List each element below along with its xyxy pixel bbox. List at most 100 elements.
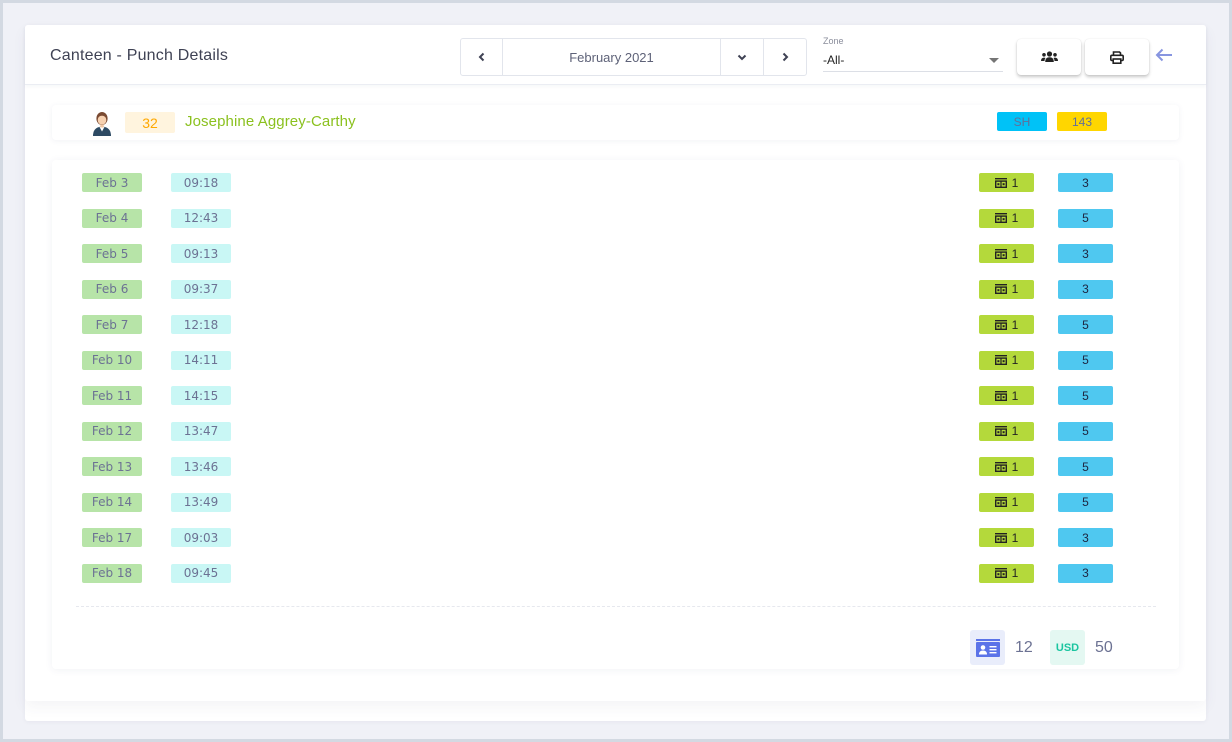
print-button[interactable] (1085, 39, 1149, 75)
quantity-badge: 5 (1058, 386, 1113, 405)
punch-time-badge: 09:13 (171, 244, 231, 263)
next-month-button[interactable] (764, 39, 806, 75)
meal-count-badge: 1 (979, 315, 1034, 334)
punch-row: Feb 7 12:18 1 5 (52, 314, 1179, 350)
meal-card-icon (994, 390, 1007, 401)
punch-date-badge: Feb 11 (82, 386, 142, 405)
quantity-badge: 3 (1058, 563, 1113, 583)
meal-count-value: 1 (1011, 424, 1019, 438)
punch-date-badge: Feb 17 (82, 528, 142, 547)
quantity-badge: 3 (1058, 244, 1113, 263)
quantity-badge: 3 (1058, 528, 1113, 547)
divider (76, 606, 1156, 607)
users-button[interactable] (1017, 39, 1081, 75)
meal-count-value: 1 (1011, 353, 1019, 367)
punch-list: Feb 3 09:18 1 3 Feb 4 12:43 1 5 Feb 5 09… (52, 172, 1179, 598)
meal-count-value: 1 (1011, 282, 1019, 296)
prev-month-button[interactable] (461, 39, 503, 75)
meal-count-badge: 1 (979, 279, 1034, 299)
meal-card-icon (994, 248, 1007, 259)
meal-count-badge: 1 (979, 457, 1034, 476)
punch-date-badge: Feb 7 (82, 315, 142, 334)
punch-row: Feb 4 12:43 1 5 (52, 208, 1179, 244)
punch-date-badge: Feb 18 (82, 563, 142, 583)
punch-row: Feb 5 09:13 1 3 (52, 243, 1179, 279)
month-navigator: February 2021 (460, 38, 807, 76)
month-label[interactable]: February 2021 (503, 39, 721, 75)
id-card-icon-box (970, 630, 1005, 665)
punch-date-badge: Feb 12 (82, 421, 142, 441)
meal-card-icon (994, 461, 1007, 472)
meal-card-icon (994, 497, 1007, 507)
meal-count-badge: 1 (979, 492, 1034, 512)
meal-card-icon (994, 355, 1007, 365)
punch-row: Feb 12 13:47 1 5 (52, 421, 1179, 457)
punch-date-badge: Feb 10 (82, 350, 142, 370)
currency-badge: USD (1050, 630, 1085, 665)
punch-date-badge: Feb 4 (82, 208, 142, 228)
meal-count-value: 1 (1011, 388, 1019, 403)
id-card-icon (975, 638, 1000, 657)
meal-count-badge: 1 (979, 244, 1034, 263)
summary: 12 USD 50 (970, 630, 1119, 665)
meal-count-value: 1 (1011, 211, 1019, 225)
zone-label: Zone (823, 36, 844, 46)
meal-card-icon (994, 319, 1007, 330)
total-count-badge: 143 (1057, 112, 1107, 131)
card-count-value: 12 (1015, 638, 1033, 656)
employee-card: 32 Josephine Aggrey-Carthy SH 143 (52, 105, 1179, 140)
chevron-right-icon (782, 52, 789, 62)
shift-badge: SH (997, 112, 1047, 131)
punch-time-badge: 13:49 (171, 492, 231, 512)
employee-id-badge: 32 (125, 112, 175, 133)
punch-row: Feb 14 13:49 1 5 (52, 492, 1179, 528)
meal-count-badge: 1 (979, 208, 1034, 228)
quantity-badge: 3 (1058, 173, 1113, 192)
employee-name[interactable]: Josephine Aggrey-Carthy (185, 113, 356, 130)
meal-card-icon (994, 284, 1007, 294)
back-button[interactable] (1155, 46, 1173, 66)
punch-row: Feb 17 09:03 1 3 (52, 527, 1179, 563)
quantity-badge: 3 (1058, 279, 1113, 299)
meal-count-value: 1 (1011, 495, 1019, 509)
punch-date-badge: Feb 13 (82, 457, 142, 476)
zone-value: -All- (823, 53, 845, 67)
quantity-badge: 5 (1058, 350, 1113, 370)
punch-time-badge: 09:45 (171, 563, 231, 583)
meal-card-icon (994, 532, 1007, 543)
quantity-badge: 5 (1058, 421, 1113, 441)
zone-select[interactable]: Zone -All- (823, 35, 1003, 72)
meal-count-badge: 1 (979, 350, 1034, 370)
meal-count-value: 1 (1011, 459, 1019, 474)
caret-down-icon (989, 58, 999, 63)
meal-count-value: 1 (1011, 246, 1019, 261)
punch-row: Feb 11 14:15 1 5 (52, 385, 1179, 421)
punch-row: Feb 3 09:18 1 3 (52, 172, 1179, 208)
punch-details-card: Feb 3 09:18 1 3 Feb 4 12:43 1 5 Feb 5 09… (52, 160, 1179, 669)
meal-count-badge: 1 (979, 528, 1034, 547)
meal-count-badge: 1 (979, 421, 1034, 441)
punch-date-badge: Feb 5 (82, 244, 142, 263)
meal-count-badge: 1 (979, 173, 1034, 192)
punch-time-badge: 09:37 (171, 279, 231, 299)
main-card: Canteen - Punch Details February 2021 Zo… (25, 25, 1206, 701)
month-dropdown-button[interactable] (721, 39, 764, 75)
page-header: Canteen - Punch Details February 2021 Zo… (25, 25, 1206, 85)
meal-card-icon (994, 177, 1007, 188)
chevron-left-icon (478, 52, 484, 62)
punch-time-badge: 14:11 (171, 350, 231, 370)
page-title: Canteen - Punch Details (50, 47, 229, 64)
quantity-badge: 5 (1058, 492, 1113, 512)
punch-date-badge: Feb 6 (82, 279, 142, 299)
chevron-down-icon (737, 54, 747, 61)
quantity-badge: 5 (1058, 315, 1113, 334)
punch-date-badge: Feb 3 (82, 173, 142, 192)
arrow-left-icon (1155, 48, 1172, 62)
punch-time-badge: 09:18 (171, 173, 231, 192)
avatar (93, 112, 111, 136)
app-frame: Canteen - Punch Details February 2021 Zo… (3, 3, 1229, 739)
meal-count-value: 1 (1011, 530, 1019, 545)
punch-time-badge: 09:03 (171, 528, 231, 547)
quantity-badge: 5 (1058, 208, 1113, 228)
meal-count-value: 1 (1011, 317, 1019, 332)
